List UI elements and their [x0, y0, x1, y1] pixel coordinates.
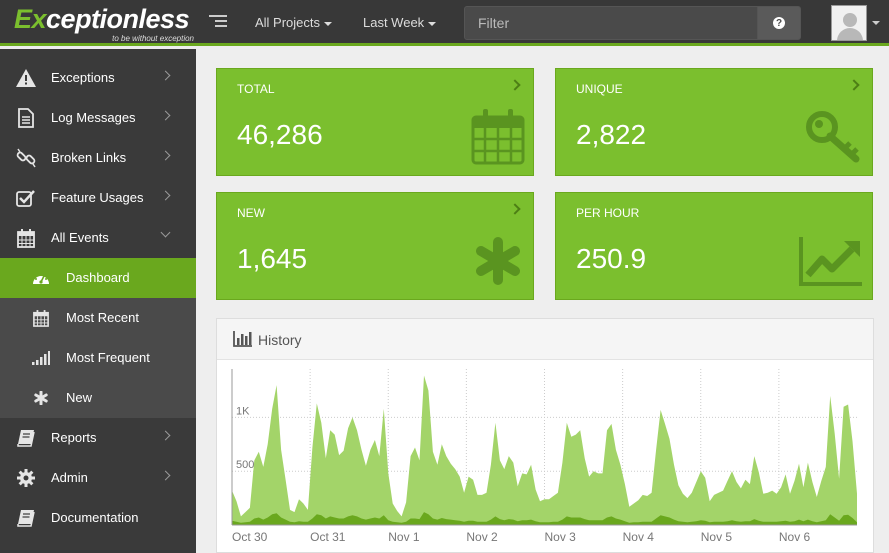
chevron-right-icon: [160, 110, 171, 121]
x-tick-label: Oct 31: [310, 530, 346, 544]
logo-rest: ceptionless: [46, 4, 190, 34]
sidebar-item-label: All Events: [51, 230, 109, 245]
y-tick-label: 1K: [236, 405, 250, 417]
sidebar-item-label: Dashboard: [66, 270, 130, 285]
chevron-right-icon: [160, 470, 171, 481]
filter-help-button[interactable]: ?: [758, 6, 801, 40]
stat-card-per-hour[interactable]: PER HOUR 250.9: [555, 192, 873, 300]
stat-value: 250.9: [576, 243, 647, 274]
sidebar-item-label: Broken Links: [51, 150, 127, 165]
calendar-icon: [15, 228, 37, 248]
stat-value: 1,645: [237, 243, 308, 274]
stat-card-unique[interactable]: UNIQUE 2,822: [555, 68, 873, 176]
gear-icon: [15, 468, 37, 488]
chevron-right-icon: [160, 150, 171, 161]
user-menu[interactable]: [831, 5, 883, 41]
sidebar-item-dashboard[interactable]: Dashboard: [0, 258, 196, 298]
sidebar-item-most-frequent[interactable]: Most Frequent: [0, 338, 196, 378]
sidebar-item-label: Admin: [51, 470, 88, 485]
stat-value: 46,286: [237, 119, 323, 150]
book-icon: [15, 508, 37, 528]
sidebar-toggle-icon[interactable]: [209, 15, 227, 29]
top-navbar: Exceptionless to be without exception Al…: [0, 0, 889, 46]
project-dropdown[interactable]: All Projects: [255, 15, 333, 30]
sidebar-item-log-messages[interactable]: Log Messages: [0, 98, 196, 138]
chevron-right-icon: [160, 430, 171, 441]
stat-title: TOTAL: [237, 82, 275, 96]
time-range-label: Last Week: [363, 15, 425, 30]
x-tick-label: Nov 1: [388, 530, 420, 544]
sidebar-item-new[interactable]: New: [0, 378, 196, 418]
x-tick-label: Nov 2: [466, 530, 498, 544]
stat-title: NEW: [237, 206, 265, 220]
stat-card-total[interactable]: TOTAL 46,286: [216, 68, 534, 176]
chevron-down-icon: [324, 21, 333, 26]
asterisk-icon: [476, 237, 520, 285]
sidebar-item-label: Exceptions: [51, 70, 115, 85]
sidebar-item-most-recent[interactable]: Most Recent: [0, 298, 196, 338]
signal-icon: [30, 348, 52, 368]
logo-ex: Ex: [14, 4, 47, 34]
sidebar-item-label: Documentation: [51, 510, 139, 525]
time-range-dropdown[interactable]: Last Week: [363, 15, 437, 30]
question-icon: ?: [773, 17, 785, 29]
sidebar-item-reports[interactable]: Reports: [0, 418, 196, 458]
chevron-right-icon: [509, 203, 521, 215]
warning-icon: [15, 68, 37, 88]
stat-title: PER HOUR: [576, 206, 640, 220]
x-tick-label: Nov 6: [779, 530, 811, 544]
sidebar-item-label: Reports: [51, 430, 97, 445]
history-panel: History 500 1K Oct 30 Oct 31 Nov 1 Nov 2 Nov 3…: [216, 318, 874, 553]
sidebar-item-label: Log Messages: [51, 110, 136, 125]
stat-title: UNIQUE: [576, 82, 623, 96]
sidebar-item-documentation[interactable]: Documentation: [0, 498, 196, 538]
history-panel-header: History: [217, 319, 873, 360]
stat-card-new[interactable]: NEW 1,645: [216, 192, 534, 300]
sidebar-item-exceptions[interactable]: Exceptions: [0, 58, 196, 98]
sidebar: Exceptions Log Messages Broken Links Fea…: [0, 49, 196, 553]
sidebar-item-label: Feature Usages: [51, 190, 144, 205]
x-tick-label: Nov 3: [545, 530, 577, 544]
logo-wordmark: Exceptionless: [14, 6, 196, 33]
chevron-down-icon: [160, 227, 171, 238]
calendar-icon: [30, 308, 52, 328]
history-title: History: [258, 332, 302, 348]
sidebar-item-label: Most Frequent: [66, 350, 150, 365]
chevron-right-icon: [509, 79, 521, 91]
sidebar-item-label: Most Recent: [66, 310, 139, 325]
bar-chart-icon: [233, 331, 252, 352]
logo-tagline: to be without exception: [112, 34, 194, 43]
chevron-right-icon: [160, 190, 171, 201]
filter-group: ?: [464, 6, 801, 40]
x-tick-label: Oct 30: [232, 530, 268, 544]
checkbox-icon: [15, 188, 37, 208]
exceptionless-logo[interactable]: Exceptionless to be without exception: [14, 6, 196, 44]
book-icon: [15, 428, 37, 448]
sidebar-item-feature-usages[interactable]: Feature Usages: [0, 178, 196, 218]
document-icon: [15, 108, 37, 128]
calendar-icon: [471, 109, 525, 165]
project-dropdown-label: All Projects: [255, 15, 321, 30]
x-tick-label: Nov 4: [623, 530, 655, 544]
filter-input[interactable]: [464, 6, 758, 40]
broken-link-icon: [15, 148, 37, 168]
sidebar-item-all-events[interactable]: All Events: [0, 218, 196, 258]
key-icon: [806, 111, 860, 163]
sidebar-item-admin[interactable]: Admin: [0, 458, 196, 498]
sidebar-item-label: New: [66, 390, 93, 405]
chevron-down-icon: [428, 21, 437, 26]
history-chart[interactable]: 500 1K Oct 30 Oct 31 Nov 1 Nov 2 Nov 3 Nov 4 Nov…: [217, 361, 873, 553]
chevron-right-icon: [160, 70, 171, 81]
dashboard-icon: [30, 268, 52, 288]
chevron-right-icon: [848, 79, 860, 91]
asterisk-icon: [30, 388, 52, 408]
y-tick-label: 500: [236, 459, 254, 471]
line-chart-icon: [799, 237, 862, 286]
stat-value: 2,822: [576, 119, 647, 150]
chevron-down-icon: [872, 21, 880, 25]
avatar: [831, 5, 867, 41]
x-tick-label: Nov 5: [701, 530, 733, 544]
sidebar-item-broken-links[interactable]: Broken Links: [0, 138, 196, 178]
